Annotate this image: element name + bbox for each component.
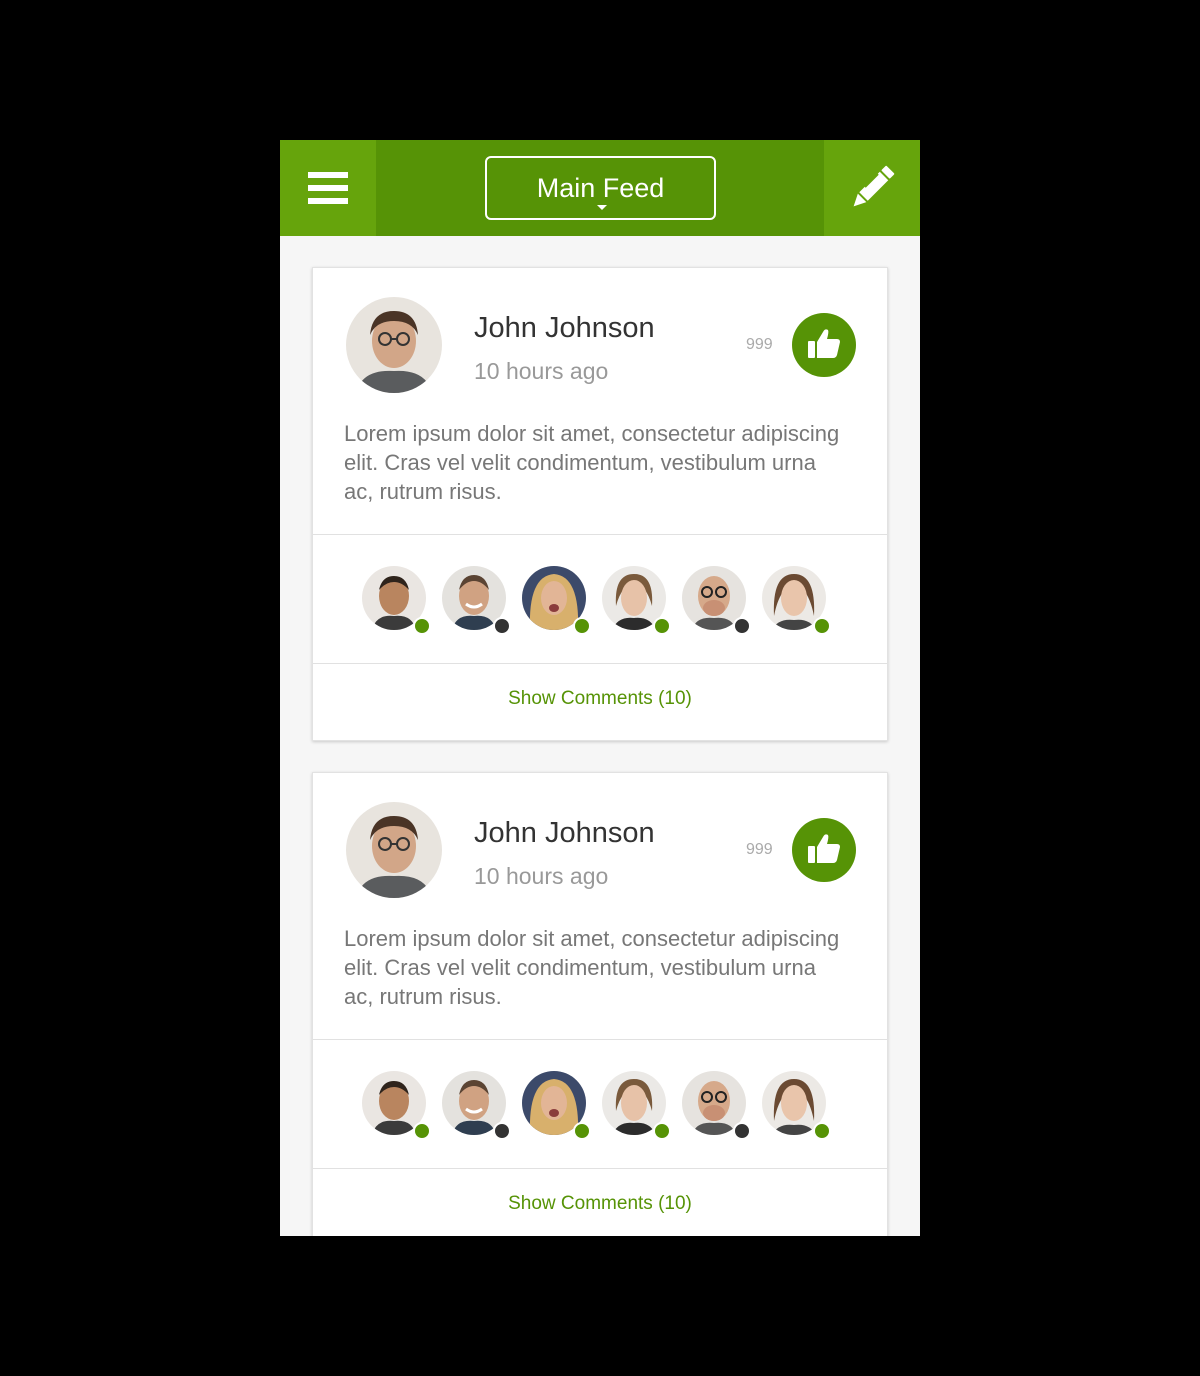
online-status-indicator [813, 1122, 831, 1140]
online-status-indicator [413, 1122, 431, 1140]
offline-status-indicator [733, 1122, 751, 1140]
participant-avatar[interactable] [682, 566, 751, 635]
online-status-indicator [413, 617, 431, 635]
like-button[interactable] [792, 818, 856, 882]
participants-row [362, 1071, 842, 1141]
show-comments-link[interactable]: Show Comments (10) [313, 688, 887, 710]
participant-avatar[interactable] [682, 1071, 751, 1140]
divider [313, 1168, 887, 1169]
app-screen: Main Feed John Johnson 10 hours ago 999 … [280, 140, 920, 1236]
post-text: Lorem ipsum dolor sit amet, consectetur … [344, 421, 840, 504]
like-count: 999 [746, 841, 773, 858]
feed-selector-label: Main Feed [536, 173, 665, 203]
online-status-indicator [813, 617, 831, 635]
top-bar: Main Feed [280, 140, 920, 236]
participant-avatar[interactable] [442, 1071, 511, 1140]
show-comments-link[interactable]: Show Comments (10) [313, 1193, 887, 1215]
offline-status-indicator [733, 617, 751, 635]
participant-avatar[interactable] [362, 566, 431, 635]
online-status-indicator [573, 617, 591, 635]
feed-selector[interactable]: Main Feed [485, 156, 716, 220]
author-avatar[interactable] [346, 802, 442, 898]
post-timestamp: 10 hours ago [474, 358, 609, 384]
post-card: John Johnson 10 hours ago 999 Lorem ipsu… [312, 772, 888, 1236]
participant-avatar[interactable] [762, 566, 831, 635]
participant-avatar[interactable] [442, 566, 511, 635]
author-avatar[interactable] [346, 297, 442, 393]
author-name[interactable]: John Johnson [474, 817, 655, 850]
participant-avatar[interactable] [762, 1071, 831, 1140]
offline-status-indicator [493, 1122, 511, 1140]
post-text: Lorem ipsum dolor sit amet, consectetur … [344, 926, 840, 1009]
thumbs-up-icon [808, 329, 840, 358]
participant-avatar[interactable] [522, 1071, 591, 1140]
post-card: John Johnson 10 hours ago 999 Lorem ipsu… [312, 267, 888, 741]
participant-avatar[interactable] [602, 566, 671, 635]
online-status-indicator [573, 1122, 591, 1140]
divider [313, 663, 887, 664]
online-status-indicator [653, 1122, 671, 1140]
online-status-indicator [653, 617, 671, 635]
divider [313, 534, 887, 535]
divider [313, 1039, 887, 1040]
participants-row [362, 566, 842, 636]
thumbs-up-icon [808, 834, 840, 863]
participant-avatar[interactable] [362, 1071, 431, 1140]
offline-status-indicator [493, 617, 511, 635]
post-timestamp: 10 hours ago [474, 863, 609, 889]
pencil-icon [853, 165, 895, 207]
chevron-down-icon [597, 205, 607, 210]
participant-avatar[interactable] [602, 1071, 671, 1140]
like-button[interactable] [792, 313, 856, 377]
menu-button[interactable] [280, 140, 376, 236]
compose-button[interactable] [824, 140, 920, 236]
participant-avatar[interactable] [522, 566, 591, 635]
hamburger-menu-icon [308, 172, 348, 178]
author-name[interactable]: John Johnson [474, 312, 655, 345]
like-count: 999 [746, 336, 773, 353]
